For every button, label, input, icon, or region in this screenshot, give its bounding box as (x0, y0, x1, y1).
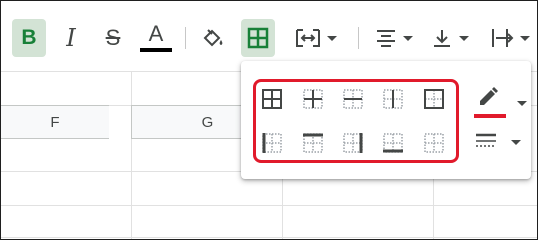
horizontal-borders-button[interactable] (341, 87, 365, 111)
text-color-button[interactable]: A (138, 19, 174, 57)
chevron-down-icon (327, 35, 337, 41)
borders-menu (241, 61, 531, 179)
left-border-icon (262, 133, 282, 153)
all-borders-icon (262, 89, 282, 109)
right-border-button[interactable] (341, 131, 365, 155)
outer-borders-icon (424, 89, 444, 109)
left-border-button[interactable] (260, 131, 284, 155)
clear-borders-icon (424, 133, 444, 153)
chevron-down-icon (459, 35, 469, 41)
merge-cells-button[interactable] (289, 19, 343, 57)
all-borders-button[interactable] (260, 87, 284, 111)
bottom-border-button[interactable] (381, 131, 405, 155)
vertical-borders-icon (383, 89, 403, 109)
clear-borders-button[interactable] (422, 131, 446, 155)
column-header-f[interactable]: F (1, 105, 109, 139)
align-bottom-icon (434, 30, 450, 47)
formatting-toolbar: B I S A (1, 1, 537, 69)
grid-line (1, 237, 537, 238)
borders-icon (247, 27, 269, 49)
toolbar-divider (358, 27, 359, 49)
vertical-align-button[interactable] (425, 19, 475, 57)
grid-line (1, 205, 537, 206)
border-style-icon (476, 133, 496, 147)
bottom-border-icon (383, 133, 403, 153)
fill-color-button[interactable] (197, 19, 229, 57)
vertical-borders-button[interactable] (381, 87, 405, 111)
chevron-down-icon (511, 140, 521, 145)
bold-button[interactable]: B (12, 19, 46, 57)
horizontal-align-button[interactable] (369, 19, 419, 57)
chevron-down-icon (517, 101, 527, 106)
italic-button[interactable]: I (55, 19, 87, 57)
grid-line (131, 71, 132, 239)
top-border-icon (303, 133, 323, 153)
chevron-down-icon (520, 35, 530, 41)
right-border-icon (343, 133, 363, 153)
strikethrough-button[interactable]: S (97, 19, 129, 57)
toolbar-divider (185, 27, 186, 49)
borders-button[interactable] (241, 19, 275, 57)
chevron-down-icon (403, 35, 413, 41)
inner-borders-button[interactable] (301, 87, 325, 111)
border-color-swatch (474, 114, 506, 118)
inner-borders-icon (303, 89, 323, 109)
top-border-button[interactable] (301, 131, 325, 155)
merge-cells-icon (296, 29, 320, 47)
pencil-icon (480, 87, 498, 105)
spreadsheet-window: B I S A F G (0, 0, 538, 240)
text-wrapping-button[interactable] (483, 19, 537, 57)
horizontal-borders-icon (343, 89, 363, 109)
text-wrap-icon (492, 29, 514, 47)
text-color-swatch (140, 48, 172, 52)
paint-bucket-icon (203, 29, 223, 47)
outer-borders-button[interactable] (422, 87, 446, 111)
text-color-letter: A (148, 21, 164, 46)
align-center-icon (377, 30, 395, 47)
border-style-button[interactable] (473, 127, 521, 157)
